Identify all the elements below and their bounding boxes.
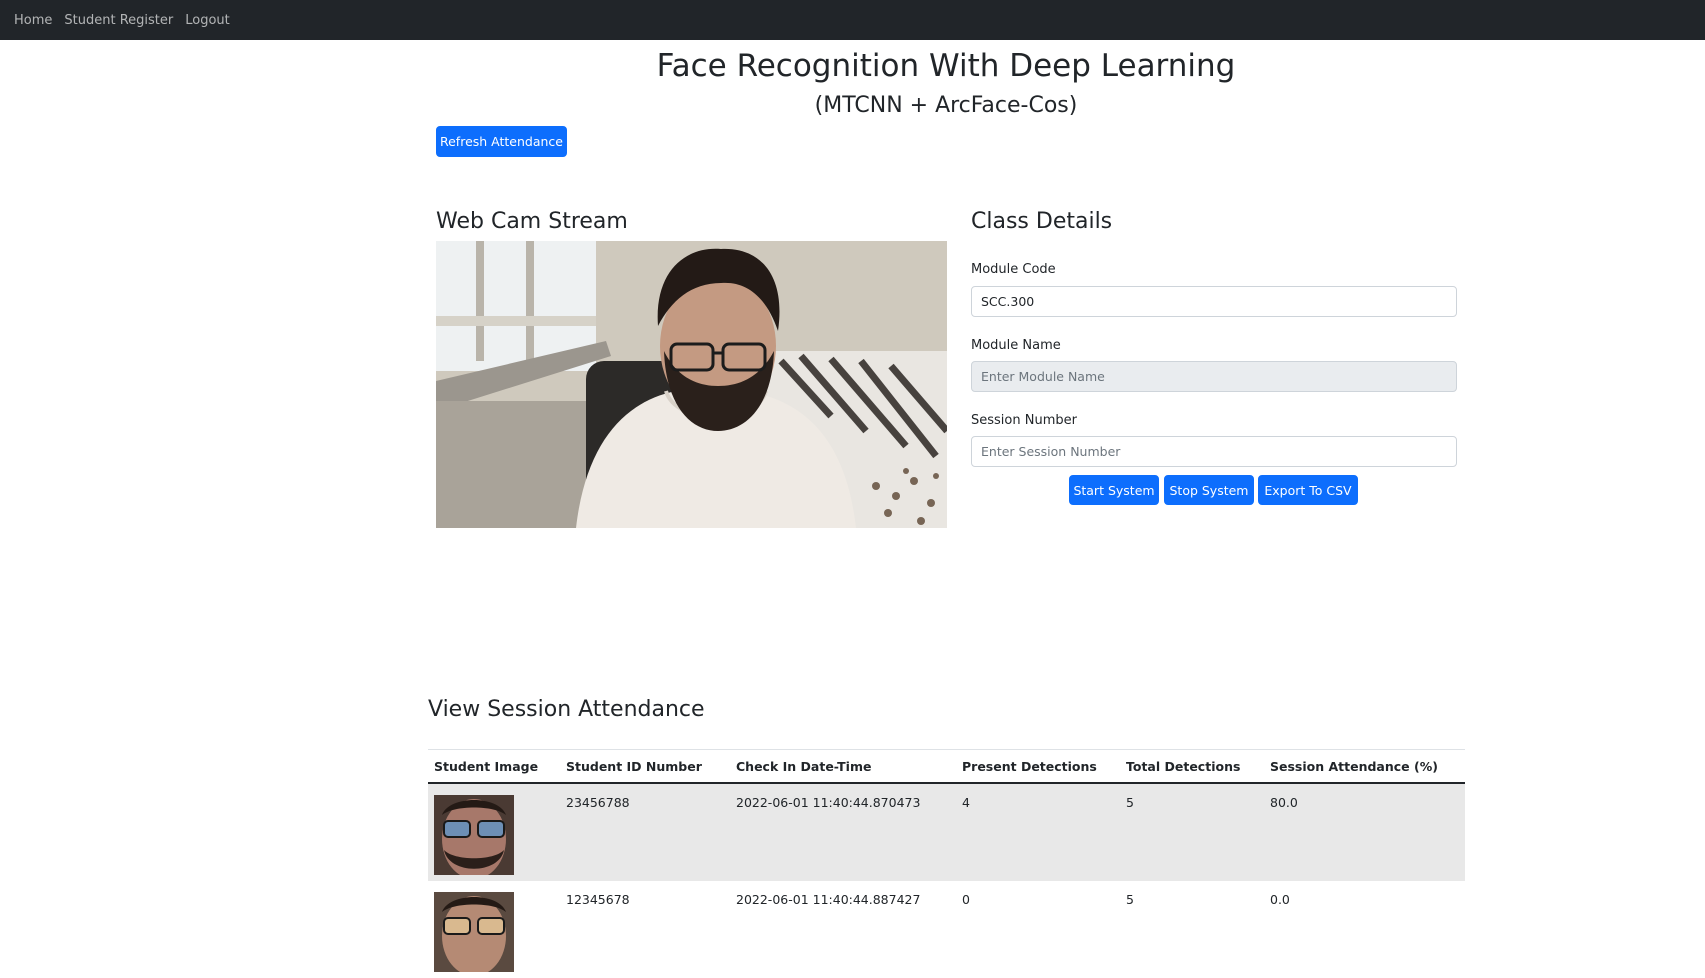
check-in-cell: 2022-06-01 11:40:44.870473 (730, 782, 956, 881)
check-in-cell: 2022-06-01 11:40:44.887427 (736, 891, 921, 907)
nav-link-student-register[interactable]: Student Register (64, 13, 173, 28)
column-header-student-id: Student ID Number (560, 749, 730, 784)
start-system-button[interactable]: Start System (1069, 475, 1159, 505)
page-title: Face Recognition With Deep Learning (656, 48, 1236, 84)
student-id-cell: 23456788 (560, 782, 730, 881)
table-row: 12345678 2022-06-01 11:40:44.887427 0 5 … (428, 881, 1465, 978)
table-row: 23456788 2022-06-01 11:40:44.870473 4 5 … (428, 782, 1465, 881)
total-detections-cell: 5 (1120, 782, 1264, 881)
session-attendance-cell: 80.0 (1264, 782, 1465, 881)
student-face-image (434, 891, 514, 972)
module-code-label: Module Code (971, 262, 1056, 277)
total-detections-cell: 5 (1126, 891, 1134, 907)
webcam-stream (436, 241, 947, 528)
attendance-table: Student Image Student ID Number Check In… (428, 749, 1465, 978)
top-navbar: Home Student Register Logout (0, 0, 1705, 40)
attendance-heading: View Session Attendance (428, 697, 705, 722)
column-header-total-detections: Total Detections (1120, 749, 1264, 784)
column-header-session-attendance: Session Attendance (%) (1264, 749, 1465, 784)
session-attendance-cell: 0.0 (1270, 891, 1290, 907)
stop-system-button[interactable]: Stop System (1164, 475, 1254, 505)
session-number-input[interactable] (971, 436, 1457, 467)
module-code-input[interactable] (971, 286, 1457, 317)
session-number-label: Session Number (971, 413, 1077, 428)
export-csv-button[interactable]: Export To CSV (1258, 475, 1358, 505)
module-name-input (971, 361, 1457, 392)
student-image-cell (428, 881, 560, 978)
module-name-label: Module Name (971, 338, 1061, 353)
student-image-cell (428, 782, 560, 881)
present-detections-cell: 4 (956, 782, 1120, 881)
nav-link-logout[interactable]: Logout (185, 13, 230, 28)
column-header-present-detections: Present Detections (956, 749, 1120, 784)
nav-link-home[interactable]: Home (14, 13, 52, 28)
refresh-attendance-button[interactable]: Refresh Attendance (436, 126, 567, 157)
webcam-heading: Web Cam Stream (436, 209, 628, 234)
column-header-check-in: Check In Date-Time (730, 749, 956, 784)
class-details-heading: Class Details (971, 209, 1113, 234)
page-subtitle: (MTCNN + ArcFace-Cos) (814, 93, 1078, 118)
student-id-cell: 12345678 (566, 891, 630, 907)
table-header-row: Student Image Student ID Number Check In… (428, 749, 1465, 784)
student-face-image (434, 794, 514, 875)
column-header-student-image: Student Image (428, 749, 560, 784)
present-detections-cell: 0 (962, 891, 970, 907)
webcam-frame-image (436, 241, 947, 528)
